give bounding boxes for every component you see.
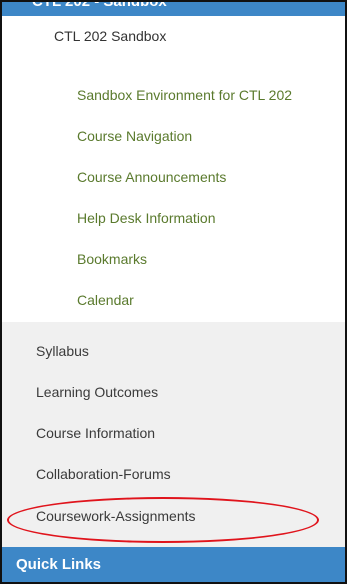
menu-item-course-information[interactable]: Course Information [2, 413, 345, 454]
course-menu-panel: CTL 202 - Sandbox CTL 202 Sandbox Sandbo… [0, 0, 347, 584]
menu-item-sandbox-environment[interactable]: Sandbox Environment for CTL 202 [2, 75, 345, 116]
menu-item-help-desk-information[interactable]: Help Desk Information [2, 198, 345, 239]
menu-item-learning-outcomes[interactable]: Learning Outcomes [2, 372, 345, 413]
menu-item-coursework-assignments[interactable]: Coursework-Assignments [2, 496, 345, 537]
menu-item-syllabus[interactable]: Syllabus [2, 331, 345, 372]
menu-item-course-navigation[interactable]: Course Navigation [2, 116, 345, 157]
menu-item-course-announcements[interactable]: Course Announcements [2, 157, 345, 198]
menu-item-ctl-202-sandbox[interactable]: CTL 202 Sandbox [2, 16, 345, 57]
course-menu-header[interactable]: CTL 202 - Sandbox [2, 2, 345, 16]
menu-item-calendar[interactable]: Calendar [2, 280, 345, 321]
quick-links-header[interactable]: Quick Links [2, 547, 345, 582]
menu-item-bookmarks[interactable]: Bookmarks [2, 239, 345, 280]
menu-item-collaboration-forums[interactable]: Collaboration-Forums [2, 454, 345, 495]
course-menu-header-title: CTL 202 - Sandbox [32, 2, 167, 10]
